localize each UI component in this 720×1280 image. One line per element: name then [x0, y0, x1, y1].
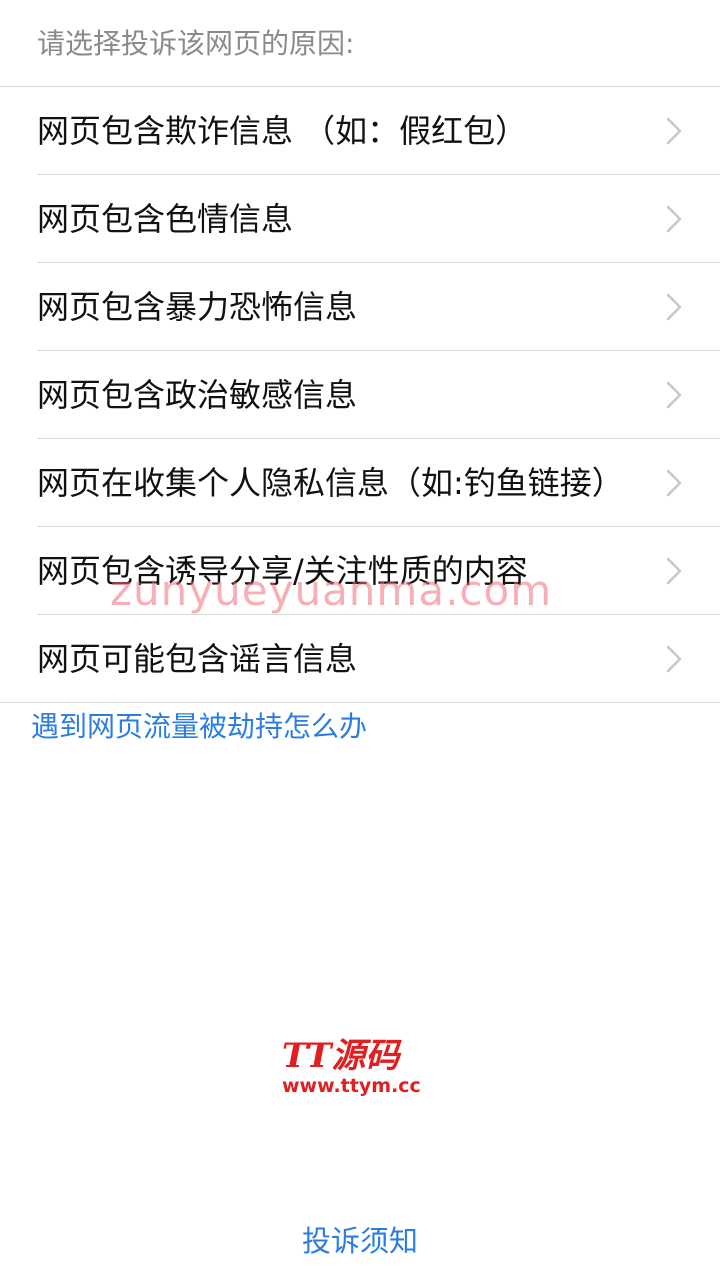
chevron-right-icon — [666, 293, 682, 321]
traffic-hijack-link[interactable]: 遇到网页流量被劫持怎么办 — [0, 709, 720, 745]
chevron-right-icon — [666, 469, 682, 497]
chevron-right-icon — [666, 205, 682, 233]
reason-label: 网页在收集个人隐私信息（如:钓鱼链接） — [37, 464, 624, 502]
page-header: 请选择投诉该网页的原因: — [0, 0, 720, 87]
reason-list: 网页包含欺诈信息 （如：假红包） 网页包含色情信息 网页包含暴力恐怖信息 网页包… — [0, 87, 720, 703]
reason-item-political[interactable]: 网页包含政治敏感信息 — [0, 351, 720, 439]
logo-url: www.ttym.cc — [282, 1075, 421, 1097]
reason-label: 网页包含色情信息 — [37, 200, 294, 238]
header-prompt: 请选择投诉该网页的原因: — [37, 27, 355, 60]
complaint-notice-link[interactable]: 投诉须知 — [0, 1218, 720, 1260]
reason-label: 网页包含欺诈信息 （如：假红包） — [37, 112, 528, 150]
reason-label: 网页包含暴力恐怖信息 — [37, 288, 358, 326]
logo-title: TT源码 — [282, 1036, 400, 1076]
reason-item-rumor[interactable]: 网页可能包含谣言信息 — [0, 615, 720, 703]
reason-item-pornography[interactable]: 网页包含色情信息 — [0, 175, 720, 263]
chevron-right-icon — [666, 381, 682, 409]
reason-item-induced-sharing[interactable]: 网页包含诱导分享/关注性质的内容 — [0, 527, 720, 615]
reason-label: 网页包含政治敏感信息 — [37, 376, 358, 414]
reason-label: 网页可能包含谣言信息 — [37, 640, 358, 678]
reason-item-violence[interactable]: 网页包含暴力恐怖信息 — [0, 263, 720, 351]
reason-label: 网页包含诱导分享/关注性质的内容 — [37, 552, 528, 590]
reason-item-fraud[interactable]: 网页包含欺诈信息 （如：假红包） — [0, 87, 720, 175]
watermark-logo: TT源码 www.ttym.cc — [282, 1036, 442, 1106]
reason-item-privacy[interactable]: 网页在收集个人隐私信息（如:钓鱼链接） — [0, 439, 720, 527]
chevron-right-icon — [666, 117, 682, 145]
complaint-page: 请选择投诉该网页的原因: 网页包含欺诈信息 （如：假红包） 网页包含色情信息 网… — [0, 0, 720, 1280]
chevron-right-icon — [666, 557, 682, 585]
chevron-right-icon — [666, 645, 682, 673]
